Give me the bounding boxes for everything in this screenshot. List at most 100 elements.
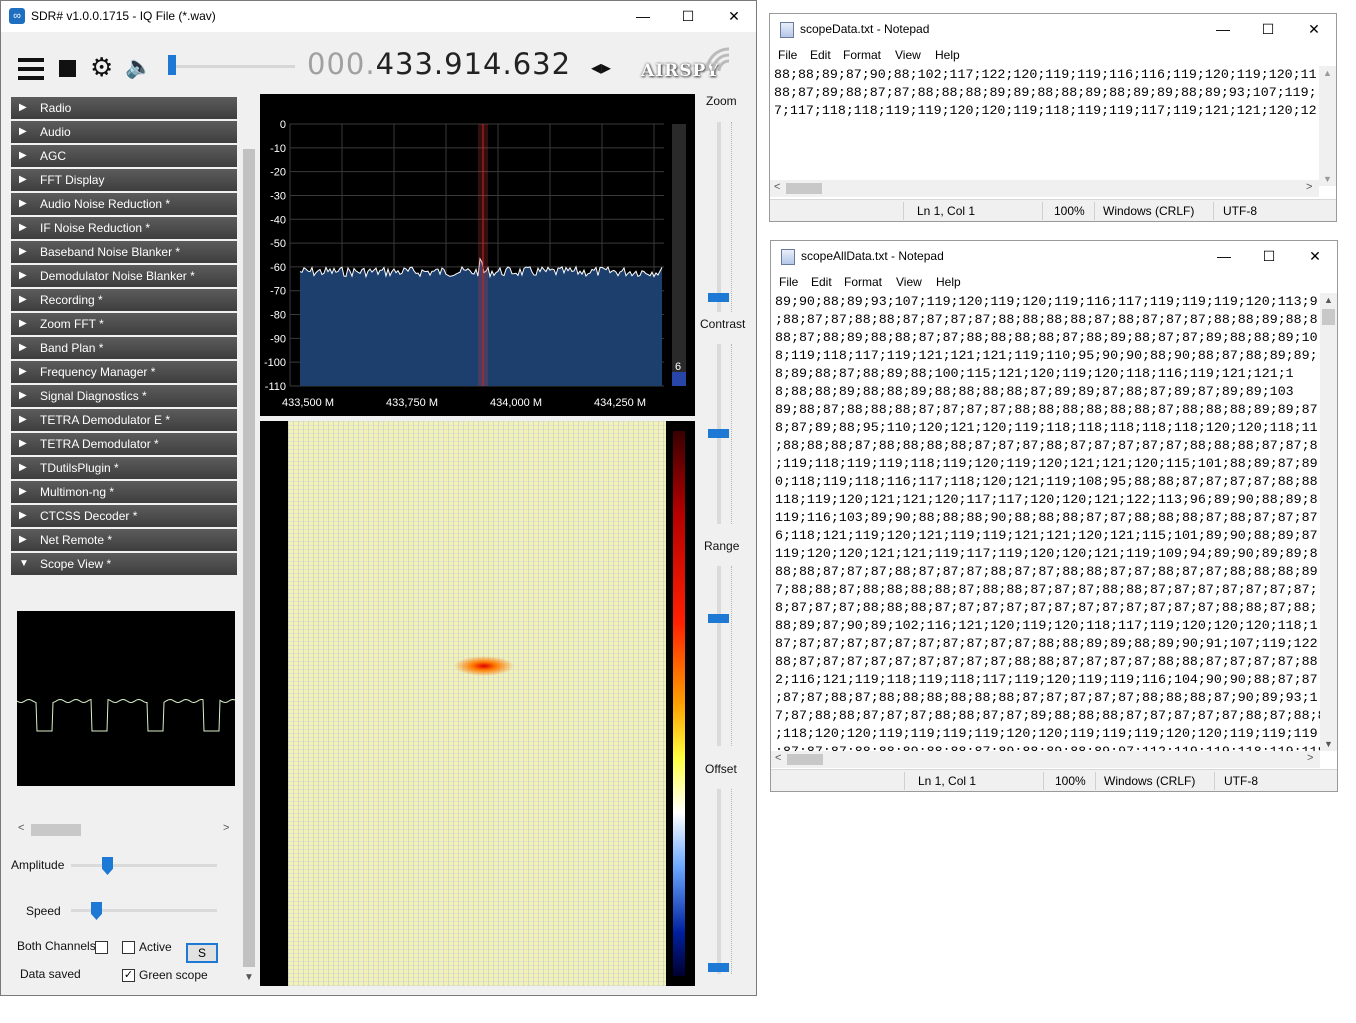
x-tick-label: 434,250 M — [594, 397, 646, 409]
y-tick-label: -40 — [270, 214, 286, 226]
tune-arrows-icon[interactable]: ◂▸ — [591, 55, 611, 80]
scroll-left-arrow-icon[interactable]: < — [774, 181, 780, 193]
scope-horizontal-scrollbar[interactable]: < > — [15, 821, 235, 838]
side-panel-item[interactable]: ▶ Baseband Noise Blanker * — [11, 241, 237, 263]
side-panel-item[interactable]: ▶ Signal Diagnostics * — [11, 385, 237, 407]
scroll-down-arrow-icon[interactable]: ▼ — [1324, 739, 1333, 749]
offset-slider-track[interactable] — [717, 789, 721, 974]
notepad-horizontal-scrollbar[interactable]: < > — [770, 180, 1319, 197]
waterfall-field[interactable] — [288, 421, 666, 986]
side-panel-item[interactable]: ▶ AGC — [11, 145, 237, 167]
scroll-left-arrow-icon[interactable]: < — [775, 752, 781, 764]
green-scope-checkbox[interactable]: ✓ — [122, 969, 135, 982]
side-panel: ▶ Radio ▶ Audio ▶ AGC ▶ FFT Display ▶ Audio Noise… — [11, 97, 237, 577]
close-button[interactable]: ✕ — [1291, 14, 1337, 44]
side-panel-item[interactable]: ▶ CTCSS Decoder * — [11, 505, 237, 527]
side-panel-scrollbar[interactable]: ▼ — [241, 97, 257, 985]
volume-slider-thumb[interactable] — [168, 55, 176, 75]
side-panel-item[interactable]: ▶ Audio — [11, 121, 237, 143]
menu-help[interactable]: Help — [936, 275, 961, 289]
notepad-statusbar: Ln 1, Col 1 100% Windows (CRLF) UTF-8 — [771, 769, 1337, 791]
offset-label: Offset — [705, 762, 737, 776]
scroll-down-arrow-icon[interactable]: ▼ — [244, 972, 254, 983]
scope-scrollbar-thumb[interactable] — [31, 824, 81, 836]
gear-icon[interactable]: ⚙ — [90, 52, 113, 83]
side-panel-item[interactable]: ▶ Recording * — [11, 289, 237, 311]
notepad-vertical-scrollbar[interactable]: ▲ ▼ — [1319, 66, 1336, 186]
contrast-slider-thumb[interactable] — [708, 429, 729, 438]
minimize-button[interactable]: — — [1200, 14, 1246, 44]
menu-file[interactable]: File — [779, 275, 798, 289]
range-slider-thumb[interactable] — [708, 614, 729, 623]
menu-format[interactable]: Format — [843, 48, 881, 62]
offset-slider-thumb[interactable] — [708, 963, 729, 972]
frequency-display[interactable]: 000.433.914.632 — [307, 47, 571, 81]
minimize-button[interactable]: — — [1201, 241, 1247, 271]
text-line: 2;116;121;119;118;119;118;117;119;120;11… — [775, 672, 1318, 687]
side-panel-item[interactable]: ▶ TETRA Demodulator * — [11, 433, 237, 455]
side-panel-item[interactable]: ▶ TETRA Demodulator E * — [11, 409, 237, 431]
scroll-left-arrow-icon[interactable]: < — [18, 822, 24, 834]
zoom-slider-thumb[interactable] — [708, 293, 729, 302]
scroll-down-arrow-icon[interactable]: ▼ — [1323, 174, 1332, 184]
side-panel-item-label: Recording * — [40, 293, 103, 307]
menu-help[interactable]: Help — [935, 48, 960, 62]
notepad-text-area[interactable]: 88;88;89;87;90;88;102;117;122;120;119;11… — [774, 66, 1319, 186]
notepad-horizontal-scrollbar[interactable]: < > — [771, 751, 1320, 768]
side-panel-item[interactable]: ▶ IF Noise Reduction * — [11, 217, 237, 239]
side-scrollbar-thumb[interactable] — [243, 149, 255, 967]
side-panel-item[interactable]: ▶ Zoom FFT * — [11, 313, 237, 335]
status-zoom: 100% — [1054, 204, 1085, 218]
scroll-up-arrow-icon[interactable]: ▲ — [1324, 295, 1333, 305]
close-button[interactable]: ✕ — [711, 1, 757, 31]
scroll-right-arrow-icon[interactable]: > — [223, 822, 229, 834]
menu-format[interactable]: Format — [844, 275, 882, 289]
side-panel-item[interactable]: ▼ Scope View * — [11, 553, 237, 575]
text-line: ;118;120;120;119;119;119;119;120;120;119… — [775, 726, 1320, 741]
maximize-button[interactable]: ☐ — [1245, 14, 1291, 44]
side-panel-item[interactable]: ▶ Demodulator Noise Blanker * — [11, 265, 237, 287]
notepad-vscroll-thumb[interactable] — [1322, 309, 1335, 325]
menu-edit[interactable]: Edit — [810, 48, 831, 62]
scroll-up-arrow-icon[interactable]: ▲ — [1323, 68, 1332, 78]
notepad-scrollbar-thumb[interactable] — [786, 183, 822, 194]
amplitude-slider-track[interactable] — [71, 864, 217, 867]
range-slider-track[interactable] — [717, 566, 721, 746]
menu-view[interactable]: View — [895, 48, 921, 62]
spectrum-x-ticks: 433,500 M 433,750 M 434,000 M 434,250 M — [282, 397, 646, 409]
side-panel-item[interactable]: ▶ Net Remote * — [11, 529, 237, 551]
side-panel-item[interactable]: ▶ Radio — [11, 97, 237, 119]
active-checkbox[interactable] — [122, 941, 135, 954]
notepad-vertical-scrollbar[interactable]: ▲ ▼ — [1320, 293, 1337, 751]
maximize-button[interactable]: ☐ — [1246, 241, 1292, 271]
notepad-scrollbar-thumb[interactable] — [787, 754, 823, 765]
amplitude-slider-thumb[interactable] — [102, 857, 113, 875]
side-panel-item[interactable]: ▶ Audio Noise Reduction * — [11, 193, 237, 215]
spectrum-display[interactable]: 0 -10 -20 -30 -40 -50 -60 -70 -80 -90 -100 -110 433… — [260, 94, 695, 416]
speaker-icon[interactable]: 🔈 — [125, 54, 152, 80]
side-panel-item[interactable]: ▶ Band Plan * — [11, 337, 237, 359]
side-panel-item[interactable]: ▶ Multimon-ng * — [11, 481, 237, 503]
zoom-slider-track[interactable] — [717, 122, 721, 312]
both-channels-checkbox[interactable] — [95, 941, 108, 954]
scroll-right-arrow-icon[interactable]: > — [1306, 181, 1312, 193]
maximize-button[interactable]: ☐ — [665, 1, 711, 31]
speed-slider-thumb[interactable] — [91, 902, 102, 920]
side-panel-item[interactable]: ▶ TDutilsPlugin * — [11, 457, 237, 479]
volume-slider-track[interactable] — [169, 65, 295, 68]
side-panel-item[interactable]: ▶ Frequency Manager * — [11, 361, 237, 383]
text-line: 88;89;87;90;89;102;116;121;120;119;120;1… — [775, 618, 1318, 633]
menu-file[interactable]: File — [778, 48, 797, 62]
menu-edit[interactable]: Edit — [811, 275, 832, 289]
notepad-text-area[interactable]: 89;90;88;89;93;107;119;120;119;120;119;1… — [775, 293, 1320, 751]
frequency-digits: 433.914.632 — [375, 47, 572, 81]
menu-view[interactable]: View — [896, 275, 922, 289]
side-panel-item[interactable]: ▶ FFT Display — [11, 169, 237, 191]
stop-button[interactable] — [59, 60, 76, 77]
minimize-button[interactable]: — — [620, 1, 666, 31]
menu-hamburger-icon[interactable] — [18, 58, 44, 80]
close-button[interactable]: ✕ — [1292, 241, 1338, 271]
scroll-right-arrow-icon[interactable]: > — [1307, 752, 1313, 764]
s-button[interactable]: S — [186, 943, 218, 963]
waterfall-display[interactable] — [260, 421, 695, 986]
